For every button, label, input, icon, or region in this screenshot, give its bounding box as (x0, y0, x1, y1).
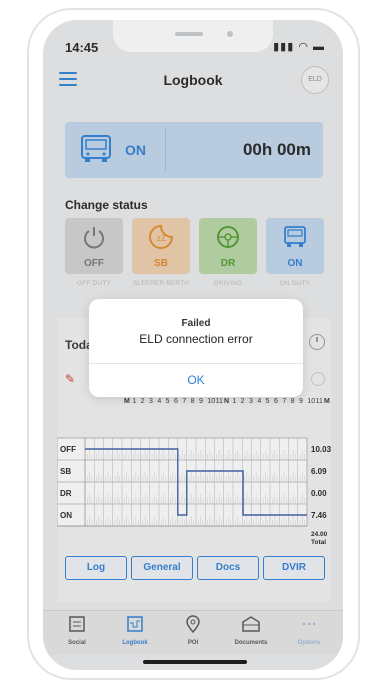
ok-button[interactable]: OK (89, 363, 303, 397)
dialog-message: ELD connection error (139, 332, 253, 346)
alert-dialog: Failed ELD connection error OK (89, 299, 303, 397)
dialog-title: Failed (181, 318, 211, 329)
app-screen: 14:45 ▮▮▮ ◠ ▬ Logbook ELD ON 00h 00m Cha… (43, 20, 343, 670)
